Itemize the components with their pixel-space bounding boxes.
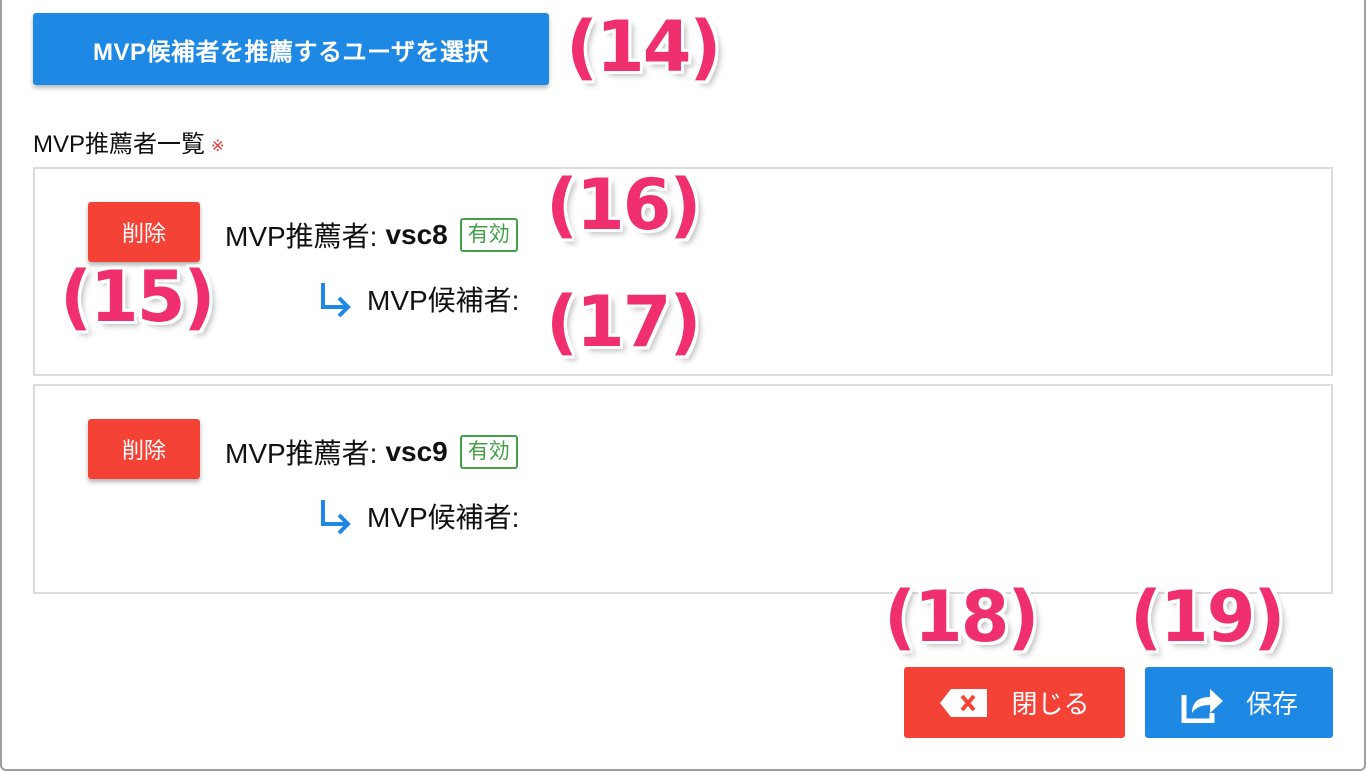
annotation-15: (15) — [60, 256, 215, 338]
delete-button[interactable]: 削除 — [88, 202, 200, 262]
candidate-prefix: MVP候補者: — [367, 285, 520, 316]
save-button[interactable]: 保存 — [1145, 667, 1333, 738]
annotation-17: (17) — [546, 281, 701, 363]
recommender-name: vsc9 — [385, 436, 448, 467]
candidate-line: MVP候補者: — [315, 279, 519, 319]
recommender-list-label: MVP推薦者一覧 ※ — [33, 124, 224, 159]
close-label: 閉じる — [1011, 689, 1090, 719]
status-badge: 有効 — [459, 218, 518, 252]
recommender-line: MVP推薦者: vsc9 有効 — [225, 432, 518, 472]
recommender-list-title: MVP推薦者一覧 — [33, 131, 206, 158]
recommender-name: vsc8 — [385, 219, 448, 250]
subdirectory-arrow-icon — [321, 500, 351, 535]
annotation-14: (14) — [566, 6, 721, 88]
delete-button[interactable]: 削除 — [88, 419, 200, 479]
candidate-line: MVP候補者: — [315, 496, 519, 536]
annotation-18: (18) — [884, 576, 1039, 658]
save-label: 保存 — [1245, 689, 1298, 719]
recommender-card: 削除 MVP推薦者: vsc9 有効 MVP候補者: — [33, 384, 1333, 594]
candidate-prefix: MVP候補者: — [367, 502, 520, 533]
share-export-icon — [1181, 688, 1223, 723]
subdirectory-arrow-icon — [321, 283, 351, 318]
recommender-prefix: MVP推薦者: — [225, 438, 378, 469]
backspace-x-icon — [940, 688, 988, 717]
annotation-19: (19) — [1130, 576, 1285, 658]
select-recommender-users-button[interactable]: MVP候補者を推薦するユーザを選択 — [33, 13, 549, 85]
status-badge: 有効 — [459, 435, 518, 469]
recommender-line: MVP推薦者: vsc8 有効 — [225, 215, 518, 255]
annotation-16: (16) — [546, 164, 701, 246]
recommender-prefix: MVP推薦者: — [225, 221, 378, 252]
close-button[interactable]: 閉じる — [904, 667, 1125, 738]
required-mark: ※ — [211, 137, 225, 155]
